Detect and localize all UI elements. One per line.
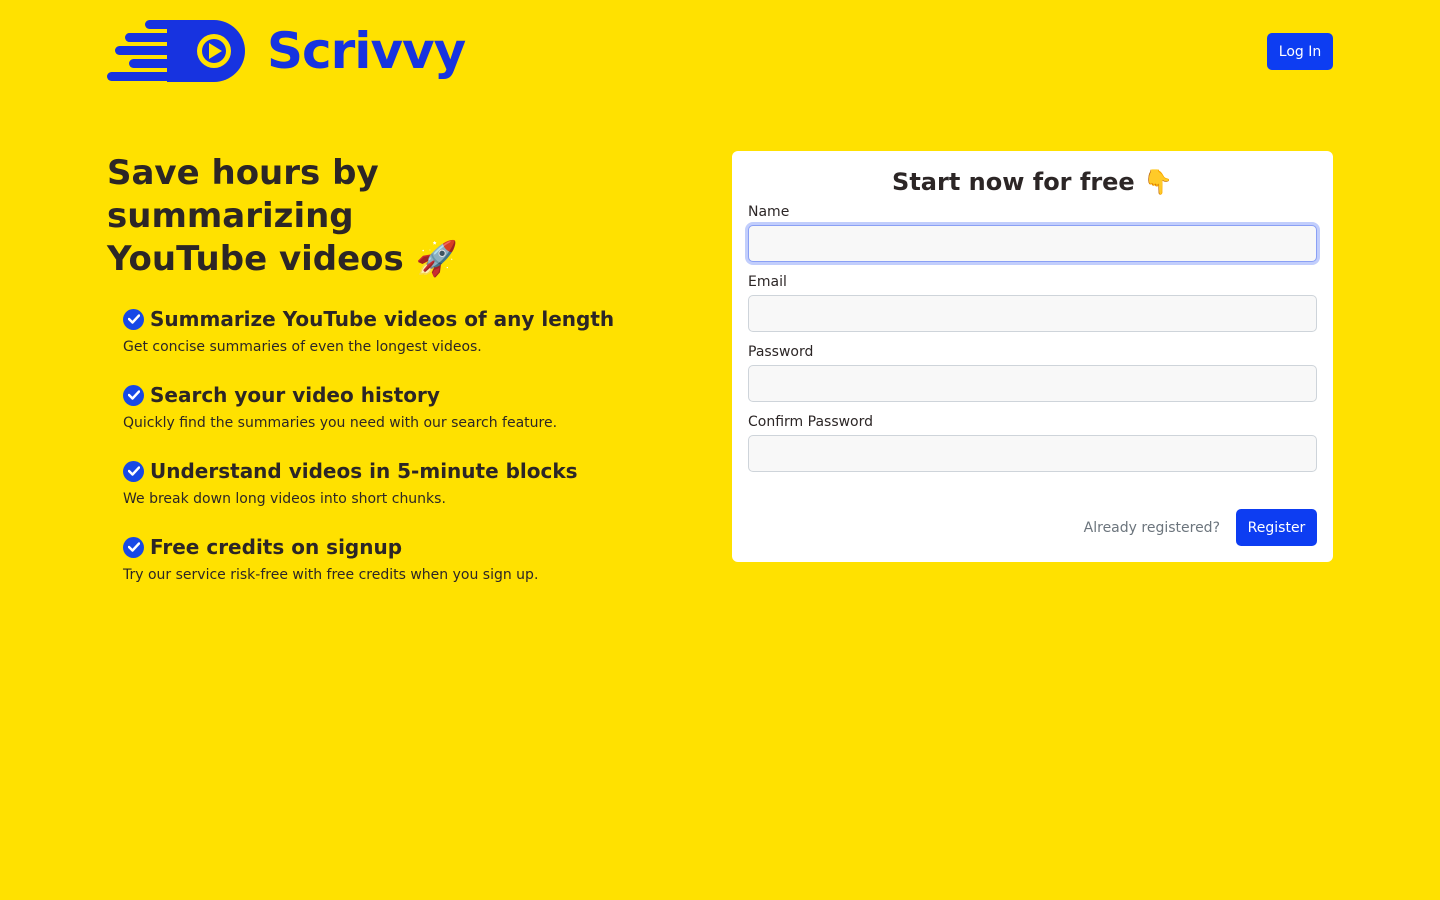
feature-item: Summarize YouTube videos of any length G… — [123, 305, 627, 357]
feature-description: Get concise summaries of even the longes… — [123, 339, 482, 355]
register-card: Start now for free 👇 Name Email Password… — [732, 151, 1333, 562]
register-button[interactable]: Register — [1236, 509, 1317, 546]
feature-title: Summarize YouTube videos of any length — [150, 307, 615, 331]
brand-logo[interactable]: Scrivvy — [107, 20, 466, 82]
name-label: Name — [748, 204, 790, 220]
brand-name: Scrivvy — [267, 22, 466, 80]
hero-section: Save hours by summarizing YouTube videos… — [107, 152, 627, 609]
feature-description: Try our service risk-free with free cred… — [123, 567, 539, 583]
feature-description: Quickly find the summaries you need with… — [123, 415, 558, 431]
email-label: Email — [748, 274, 787, 290]
check-circle-icon — [123, 460, 144, 482]
hero-title-line1: Save hours by summarizing — [107, 153, 379, 236]
password-field-group: Password — [748, 343, 1317, 402]
email-input[interactable] — [748, 295, 1317, 332]
rocket-icon: 🚀 — [415, 239, 458, 279]
form-actions: Already registered? Register — [1084, 509, 1317, 546]
check-circle-icon — [123, 536, 144, 558]
check-circle-icon — [123, 384, 144, 406]
feature-item: Free credits on signup Try our service r… — [123, 533, 627, 585]
feature-title: Free credits on signup — [150, 535, 403, 559]
form-title: Start now for free 👇 — [748, 167, 1317, 197]
email-field-group: Email — [748, 273, 1317, 332]
confirm-password-label: Confirm Password — [748, 414, 874, 430]
feature-item: Search your video history Quickly find t… — [123, 381, 627, 433]
login-button[interactable]: Log In — [1267, 33, 1333, 70]
feature-description: We break down long videos into short chu… — [123, 491, 446, 507]
pointing-down-icon: 👇 — [1143, 168, 1173, 196]
hero-title-line2: YouTube videos — [107, 239, 404, 279]
form-title-text: Start now for free — [892, 168, 1135, 196]
name-field-group: Name — [748, 203, 1317, 262]
confirm-password-input[interactable] — [748, 435, 1317, 472]
feature-title: Search your video history — [150, 383, 440, 407]
feature-list: Summarize YouTube videos of any length G… — [107, 305, 627, 585]
feature-item: Understand videos in 5-minute blocks We … — [123, 457, 627, 509]
check-circle-icon — [123, 308, 144, 330]
site-header: Scrivvy Log In — [107, 18, 1333, 84]
hero-title: Save hours by summarizing YouTube videos… — [107, 152, 627, 281]
already-registered-link[interactable]: Already registered? — [1084, 520, 1220, 536]
confirm-password-field-group: Confirm Password — [748, 413, 1317, 472]
feature-title: Understand videos in 5-minute blocks — [150, 459, 578, 483]
password-input[interactable] — [748, 365, 1317, 402]
name-input[interactable] — [748, 225, 1317, 262]
play-speed-icon — [107, 20, 245, 82]
password-label: Password — [748, 344, 814, 360]
